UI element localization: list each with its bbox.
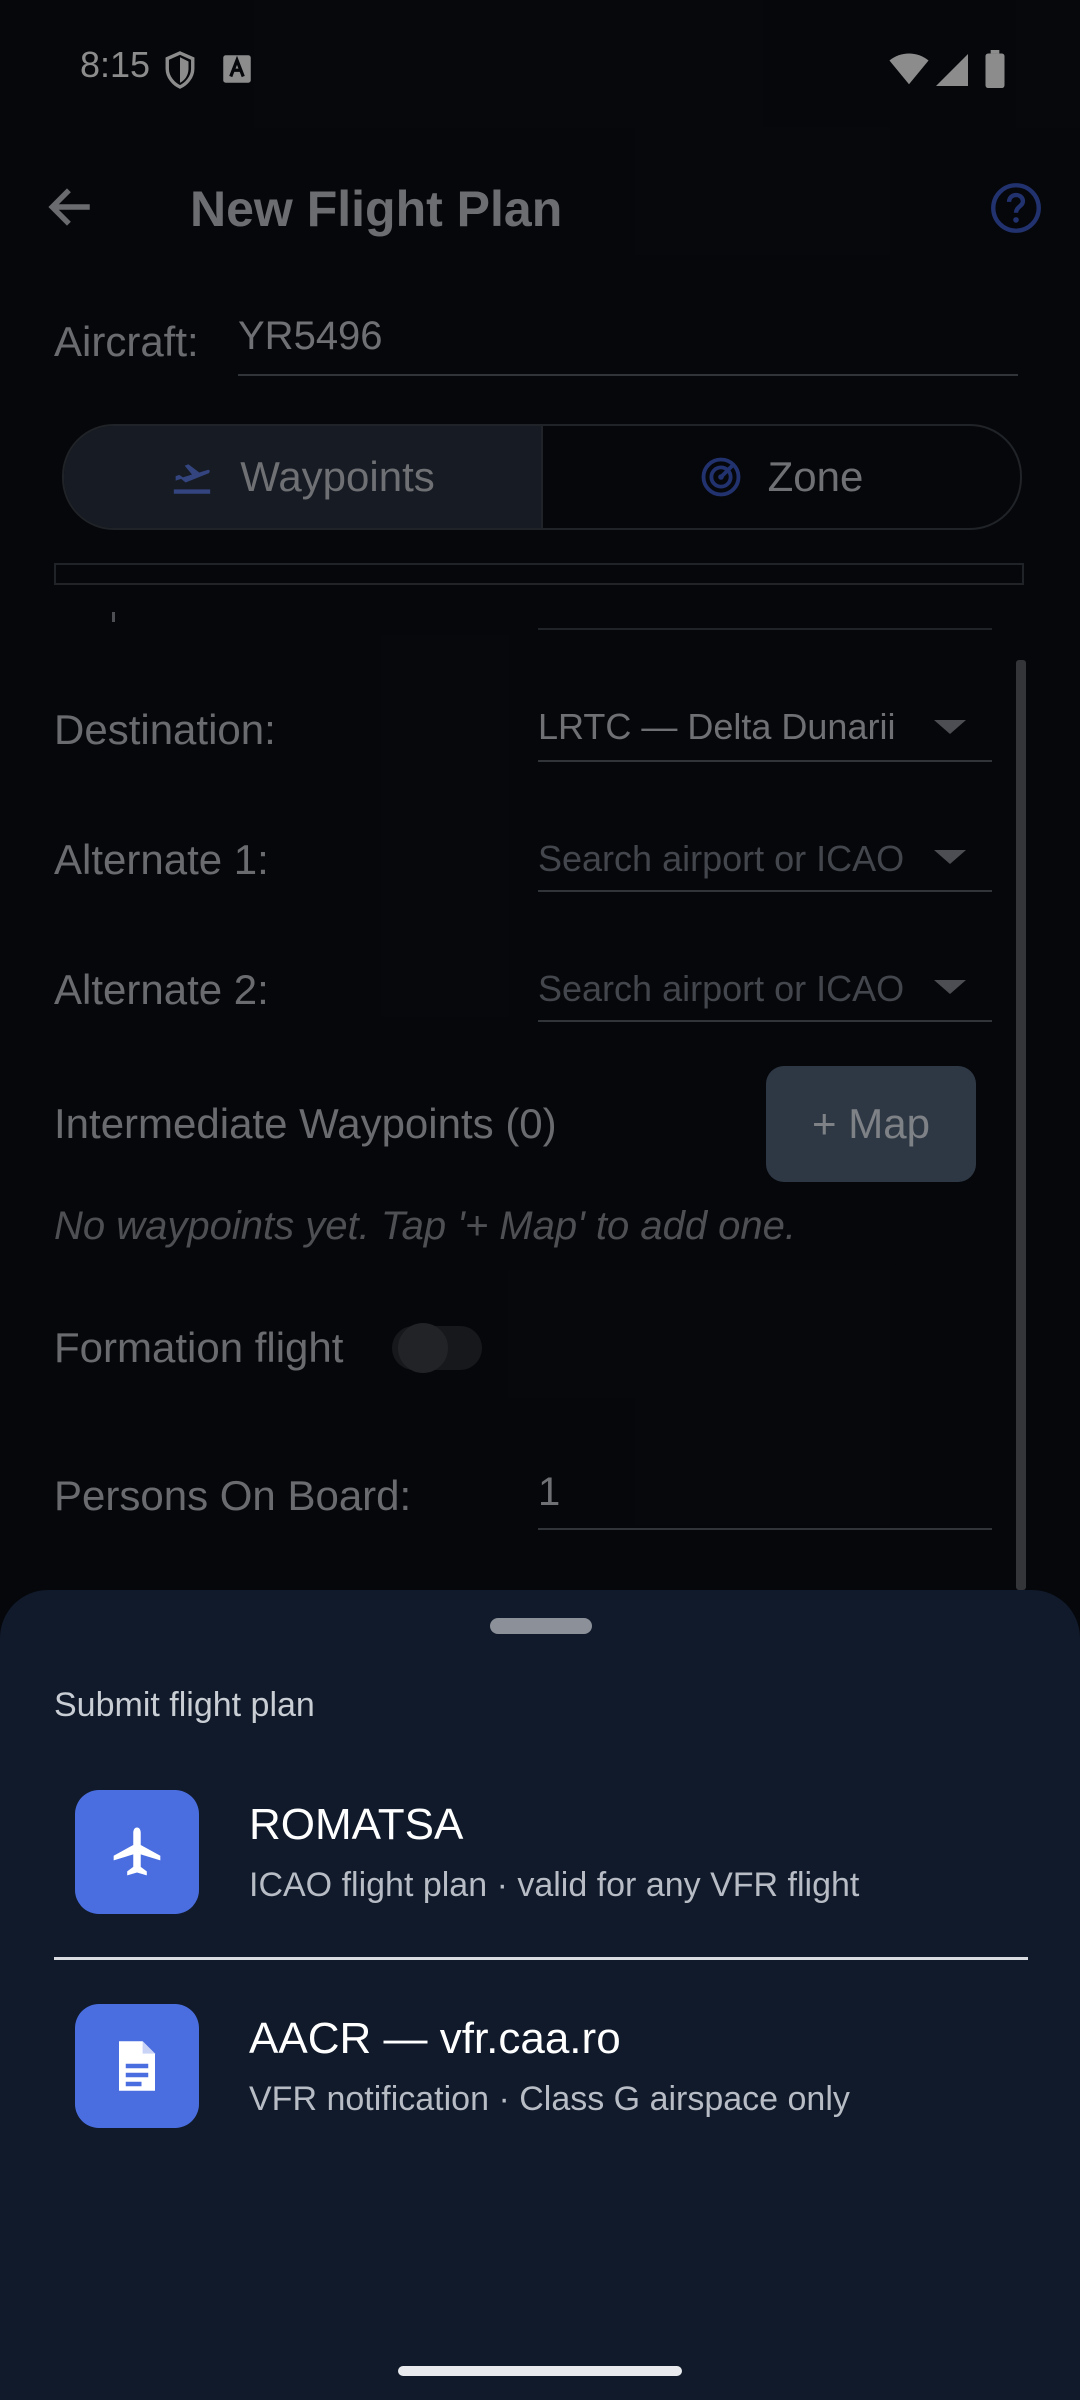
airplane-icon xyxy=(113,1827,161,1876)
option-aacr[interactable]: AACR — vfr.caa.ro VFR notification · Cla… xyxy=(54,1990,1028,2150)
option-romatsa-tile xyxy=(75,1790,199,1914)
sheet-title: Submit flight plan xyxy=(54,1686,315,1724)
option-romatsa-title: ROMATSA xyxy=(249,1800,464,1849)
home-indicator[interactable] xyxy=(398,2366,682,2376)
option-romatsa[interactable]: ROMATSA ICAO flight plan · valid for any… xyxy=(54,1776,1028,1936)
document-icon xyxy=(119,2041,155,2091)
sheet-drag-handle[interactable] xyxy=(490,1618,592,1634)
option-aacr-title: AACR — vfr.caa.ro xyxy=(249,2014,621,2063)
option-aacr-subtitle: VFR notification · Class G airspace only xyxy=(249,2080,850,2118)
option-divider xyxy=(54,1957,1028,1960)
option-aacr-tile xyxy=(75,2004,199,2128)
option-romatsa-subtitle: ICAO flight plan · valid for any VFR fli… xyxy=(249,1866,860,1904)
